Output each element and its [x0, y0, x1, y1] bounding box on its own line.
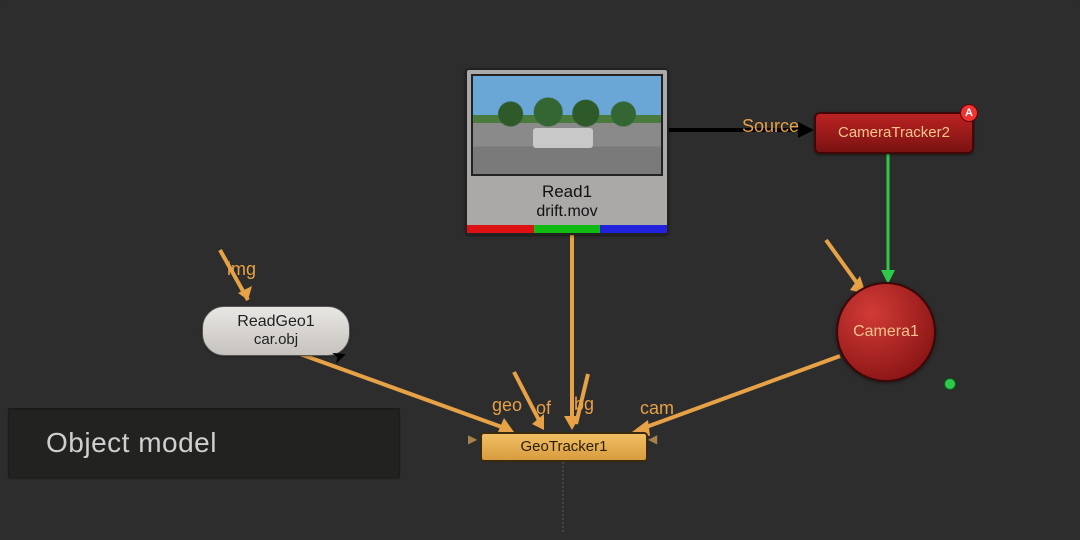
label-of: of [536, 398, 551, 419]
status-dot-green [944, 378, 956, 390]
node-graph[interactable]: img Source geo of bg cam Read1 drift.mov… [0, 0, 1080, 540]
node-camera1[interactable]: Camera1 [836, 282, 936, 382]
cursor-icon: ➤ [329, 344, 350, 369]
node-filename: drift.mov [467, 203, 667, 225]
node-title: Read1 [467, 180, 667, 203]
input-marker-right: ◀ [648, 432, 658, 462]
node-title: CameraTracker2 [838, 124, 950, 141]
channel-strip [467, 225, 667, 233]
node-title: ReadGeo1 [213, 313, 339, 331]
caption-box: Object model [8, 408, 400, 478]
node-filename: car.obj [213, 331, 339, 348]
badge-a: A [960, 104, 978, 122]
input-marker-left: ▶ [468, 432, 478, 462]
node-cameratracker2[interactable]: CameraTracker2 [814, 112, 974, 154]
label-source: Source [742, 116, 799, 137]
thumbnail [471, 74, 663, 176]
caption-text: Object model [46, 427, 217, 459]
node-read1[interactable]: Read1 drift.mov [465, 68, 669, 235]
label-cam: cam [640, 398, 674, 419]
node-readgeo1[interactable]: ReadGeo1 car.obj [202, 306, 350, 356]
label-bg: bg [574, 394, 594, 415]
label-geo: geo [492, 395, 522, 416]
label-img: img [227, 259, 256, 280]
node-title: GeoTracker1 [521, 438, 608, 455]
node-geotracker1[interactable]: GeoTracker1 [480, 432, 648, 462]
output-stub [562, 462, 564, 532]
node-title: Camera1 [853, 323, 919, 340]
